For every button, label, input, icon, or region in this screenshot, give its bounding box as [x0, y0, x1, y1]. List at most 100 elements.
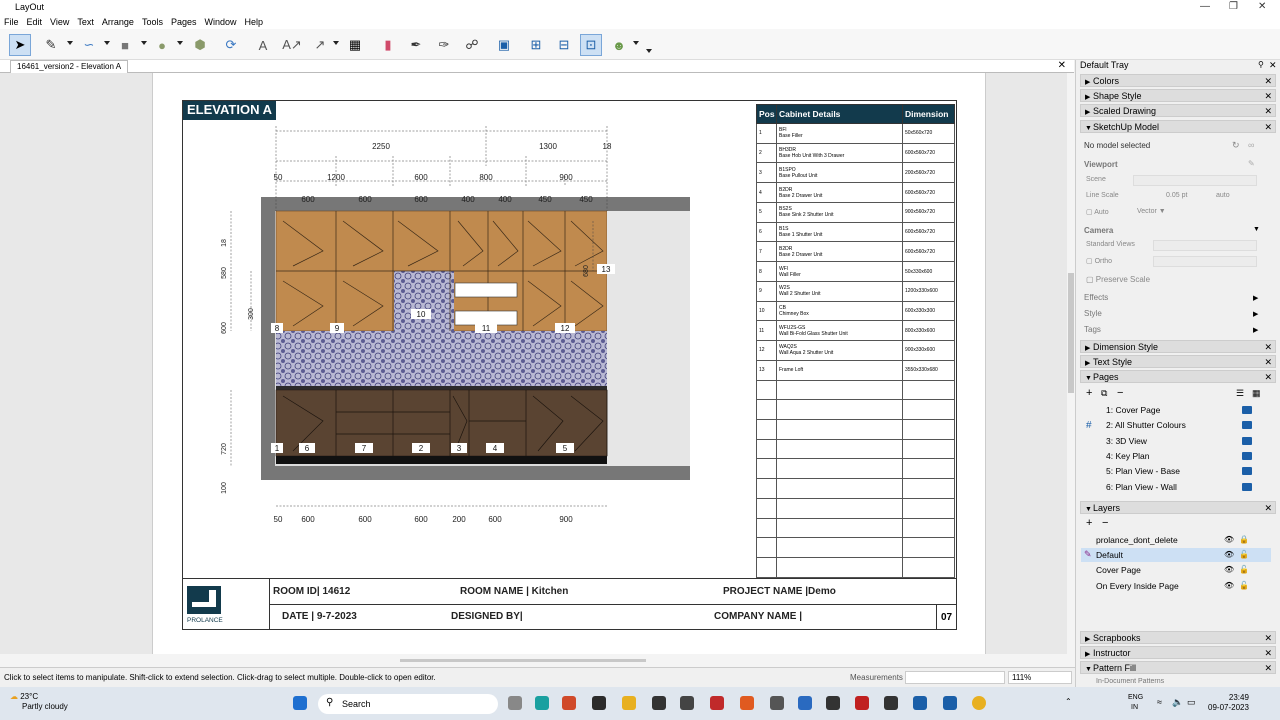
chevron-down-icon[interactable] [104, 41, 110, 45]
table-row[interactable] [756, 419, 955, 440]
scene-select[interactable] [1133, 175, 1257, 186]
page-item[interactable]: 2: All Shutter Colours [1106, 420, 1186, 430]
panel-sketchup-model[interactable]: ▼SketchUp Model ✕ [1080, 120, 1276, 133]
layer-item[interactable]: On Every Inside Page [1096, 581, 1179, 591]
arc-tool-icon[interactable]: ∽ [78, 34, 100, 56]
eye-icon[interactable]: 👁 [1224, 565, 1234, 574]
start-icon[interactable] [293, 696, 307, 710]
link-icon[interactable]: ∞ [1248, 140, 1254, 150]
grid-view-icon[interactable]: ▦ [1252, 388, 1261, 399]
add-page-icon[interactable]: + [1086, 387, 1092, 399]
table-tool-icon[interactable]: ▦ [344, 34, 366, 56]
presentation-icon[interactable]: ▣ [493, 34, 515, 56]
table-row[interactable] [756, 458, 955, 480]
weather-widget[interactable]: ☁ 23°C Partly cloudy [10, 692, 68, 712]
menu-edit[interactable]: Edit [27, 15, 43, 29]
task-view-icon[interactable] [508, 696, 522, 710]
frame-loft[interactable] [261, 197, 690, 211]
kitchen-elevation-drawing[interactable]: 2250 1300 18 50 1200 600 800 900 600 600… [183, 101, 755, 579]
presentation-icon[interactable] [1242, 452, 1252, 460]
panel-shape-style[interactable]: ▶ Shape Style ✕ [1080, 89, 1276, 102]
app-icon[interactable] [562, 696, 576, 710]
chevron-down-icon[interactable]: ▼ [1253, 226, 1260, 233]
menu-pages[interactable]: Pages [171, 15, 197, 29]
line-scale-value[interactable]: 0.05 pt [1166, 192, 1187, 199]
tray-overflow-icon[interactable]: ⌃ [1065, 697, 1072, 706]
lock-icon[interactable]: 🔓 [1239, 550, 1249, 559]
zoom-select[interactable]: 111% [1008, 671, 1072, 684]
remove-page-icon[interactable]: − [1117, 387, 1123, 399]
sketchup-icon[interactable] [943, 696, 957, 710]
offset-tool-icon[interactable]: ⟳ [220, 34, 242, 56]
line-scale-auto[interactable]: auto [1216, 192, 1230, 199]
menu-file[interactable]: File [4, 15, 19, 29]
document-tab[interactable]: 16461_version2 - Elevation A [10, 60, 129, 73]
close-tray-icon[interactable]: ✕ [1269, 60, 1277, 71]
tags-label[interactable]: Tags [1084, 325, 1101, 334]
table-row[interactable]: 13 Frame Loft 3550x330x680 [756, 359, 955, 381]
acrobat-icon[interactable] [855, 696, 869, 710]
select-tool-icon[interactable]: ➤ [9, 34, 31, 56]
table-row[interactable]: 7 B2DR Base 2 Drawer Unit 600x560x720 [756, 241, 955, 263]
duplicate-page-icon[interactable]: ⧉ [1101, 388, 1107, 399]
horizontal-scrollbar[interactable] [0, 654, 1075, 667]
file-explorer-icon[interactable] [622, 696, 636, 710]
refresh-icon[interactable]: ↻ [1232, 140, 1240, 151]
join-tool-icon[interactable]: ☍ [461, 34, 483, 56]
list-view-icon[interactable]: ☰ [1236, 388, 1244, 399]
scroll-thumb[interactable] [400, 659, 646, 662]
table-row[interactable] [756, 438, 955, 460]
page-item[interactable]: 6: Plan View - Wall [1106, 482, 1177, 492]
layer-item[interactable]: Default [1096, 550, 1123, 560]
chevron-down-icon[interactable] [177, 41, 183, 45]
table-row[interactable]: 8 WFl Wall Filler 50x330x600 [756, 261, 955, 282]
close-document-icon[interactable]: ✕ [1058, 60, 1066, 71]
menu-window[interactable]: Window [204, 15, 236, 29]
presentation-icon[interactable] [1242, 483, 1252, 491]
app-icon[interactable] [770, 696, 784, 710]
maximize-icon[interactable]: ❐ [1229, 1, 1238, 12]
panel-dimension-style[interactable]: ▶ Dimension Style ✕ [1080, 340, 1276, 353]
table-row[interactable]: 10 CB Chimney Box 600x330x300 [756, 300, 955, 322]
minimize-icon[interactable]: — [1200, 1, 1210, 12]
table-row[interactable] [756, 399, 955, 421]
speaker-icon[interactable]: 🔈 [1172, 697, 1183, 708]
user-icon[interactable]: ☻ [608, 34, 630, 56]
taskbar-search[interactable]: ⚲ Search [318, 694, 498, 714]
page-item[interactable]: 1: Cover Page [1106, 405, 1160, 415]
eraser-tool-icon[interactable]: ▮ [377, 34, 399, 56]
app-icon[interactable] [884, 696, 898, 710]
chevron-down-icon[interactable] [633, 41, 639, 45]
effects-label[interactable]: Effects [1084, 293, 1108, 302]
table-row[interactable]: 6 B1S Base 1 Shutter Unit 600x560x720 [756, 221, 955, 243]
polygon-tool-icon[interactable]: ⬢ [189, 34, 211, 56]
auto-checkbox[interactable]: ▢ Auto [1086, 208, 1109, 216]
add-page-icon[interactable]: ⊞ [525, 34, 547, 56]
standard-views-select[interactable] [1153, 240, 1257, 251]
app-icon[interactable] [798, 696, 812, 710]
app-icon[interactable] [710, 696, 724, 710]
panel-text-style[interactable]: ▶ Text Style ✕ [1080, 355, 1276, 368]
scroll-thumb[interactable] [1068, 273, 1074, 393]
table-row[interactable]: 2 BH3DR Base Hob Unit With 3 Drawer 600x560… [756, 142, 955, 164]
chevron-right-icon[interactable]: ▶ [1253, 326, 1258, 334]
clock[interactable]: 23:49 09-07-2023 [1208, 693, 1249, 713]
app-l-icon[interactable] [535, 696, 549, 710]
panel-scrapbooks[interactable]: ▶ Scrapbooks ✕ [1080, 631, 1276, 644]
layer-item[interactable]: Cover Page [1096, 565, 1141, 575]
menu-text[interactable]: Text [77, 15, 94, 29]
cabinet-details-table[interactable]: Pos Cabinet Details Dimension 1 BFl Base F… [756, 104, 955, 578]
presentation-icon[interactable] [1242, 437, 1252, 445]
chevron-right-icon[interactable]: ▶ [1253, 310, 1258, 318]
ortho-checkbox[interactable]: ▢ Ortho [1086, 257, 1112, 265]
table-row[interactable] [756, 497, 955, 519]
table-row[interactable]: 9 W2S Wall 2 Shutter Unit 1200x330x600 [756, 280, 955, 302]
add-layer-icon[interactable]: + [1086, 517, 1092, 529]
page-item[interactable]: 4: Key Plan [1106, 451, 1149, 461]
app-icon[interactable] [680, 696, 694, 710]
panel-instructor[interactable]: ▶ Instructor ✕ [1080, 646, 1276, 659]
lock-icon[interactable]: 🔒 [1239, 535, 1249, 544]
split-tool-icon[interactable]: ✑ [433, 34, 455, 56]
lock-icon[interactable]: 🔓 [1239, 565, 1249, 574]
next-page-icon[interactable]: ⊡ [580, 34, 602, 56]
